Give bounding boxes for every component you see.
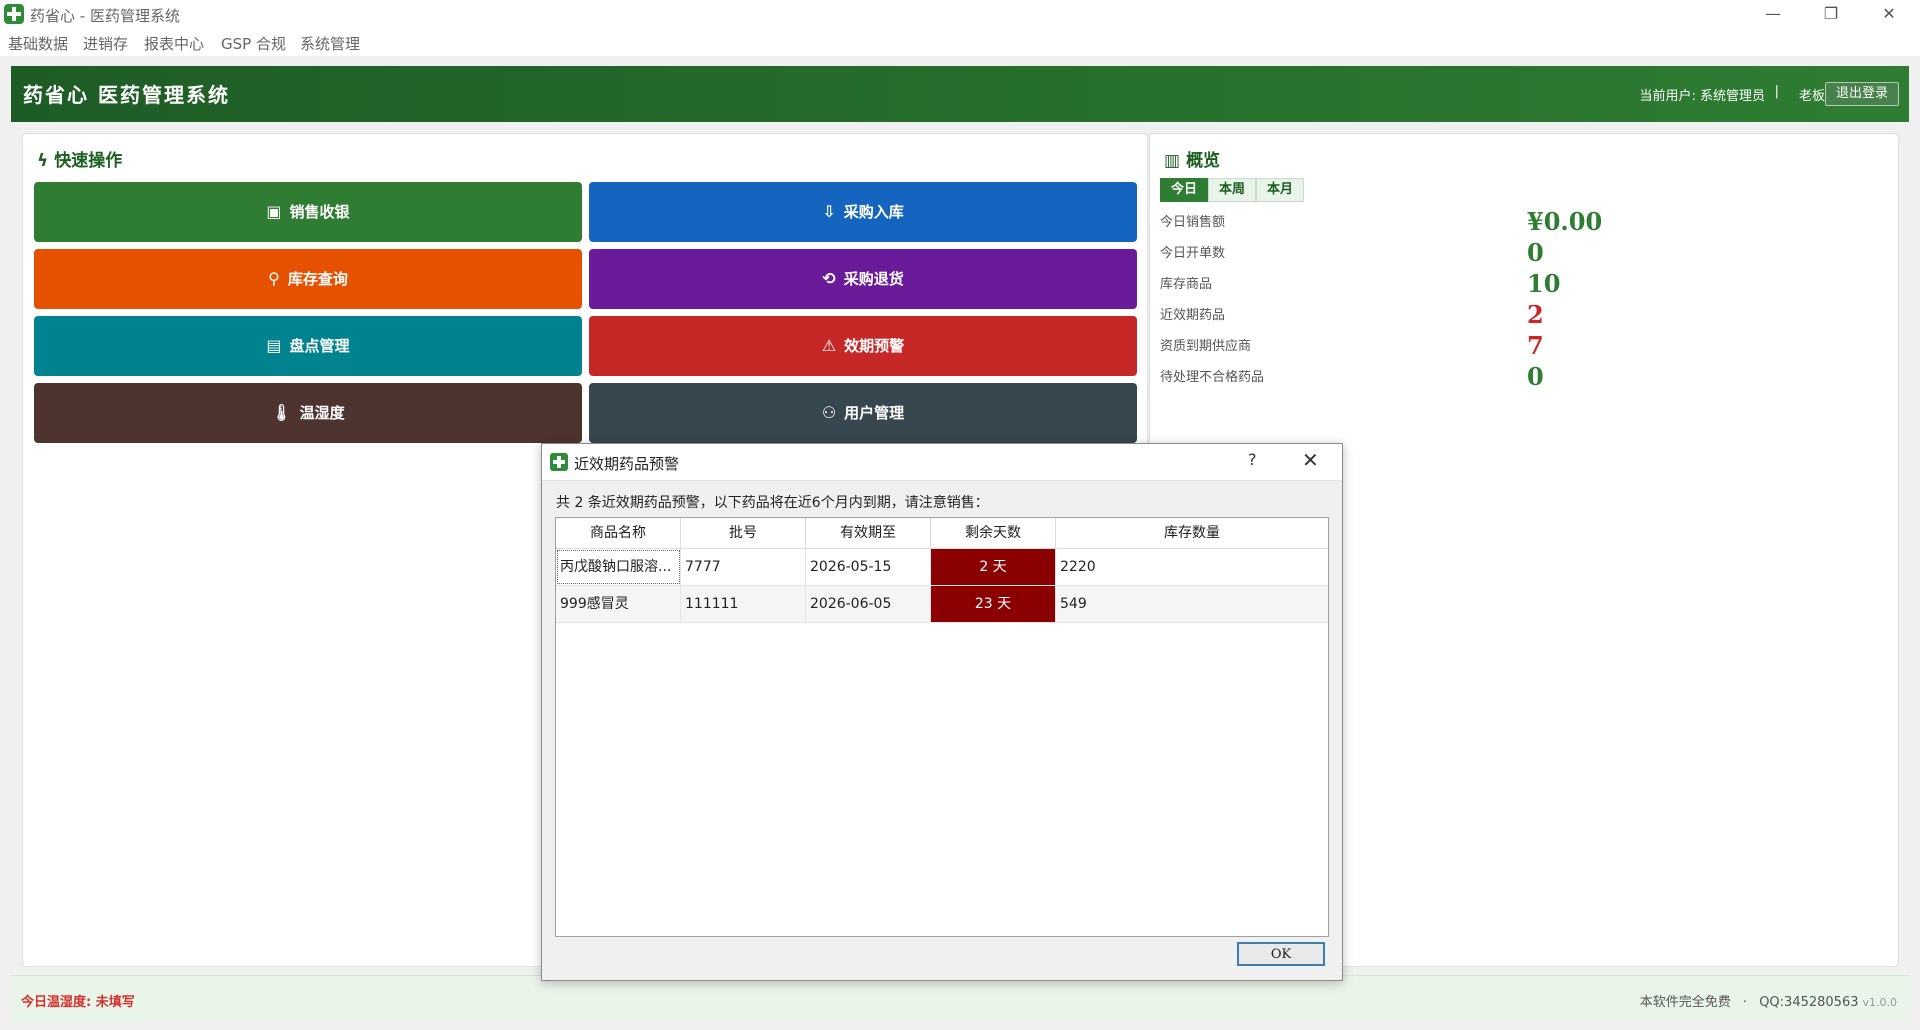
stat-label: 库存商品 (1160, 277, 1213, 292)
dialog-title-bar: 近效期药品预警 ? ✕ (542, 444, 1342, 481)
ok-button[interactable]: OK (1237, 942, 1325, 966)
menu-gsp[interactable]: GSP 合规 (221, 33, 286, 54)
column-header-expiry[interactable]: 有效期至 (806, 518, 931, 549)
menu-inventory[interactable]: 进销存 (83, 33, 128, 54)
qq-contact: QQ:345280563 (1759, 995, 1859, 1010)
tab-this-week[interactable]: 本周 (1208, 178, 1256, 202)
sales-checkout-button[interactable]: ▣ 销售收银 (34, 182, 582, 242)
app-header: 药省心 医药管理系统 当前用户: 系统管理员 | 老板 退出登录 (11, 66, 1909, 122)
stat-label: 待处理不合格药品 (1160, 370, 1265, 385)
table-row[interactable]: 999感冒灵 111111 2026-06-05 23 天 549 (556, 586, 1328, 623)
close-button[interactable]: ✕ (1860, 0, 1918, 30)
return-icon: ⟲ (822, 269, 836, 288)
current-user: 当前用户: 系统管理员 (1639, 89, 1765, 104)
version-label: v1.0.0 (1862, 996, 1898, 1009)
purchase-inbound-button[interactable]: ⇩ 采购入库 (589, 182, 1137, 242)
button-label: 用户管理 (844, 404, 905, 422)
overview-title: 概览 (1186, 151, 1221, 171)
logout-button[interactable]: 退出登录 (1825, 82, 1899, 106)
status-bar: 今日温湿度: 未填写 本软件完全免费 · QQ:345280563 v1.0.0 (11, 975, 1909, 1022)
help-button[interactable]: ? (1248, 450, 1257, 469)
dialog-close-button[interactable]: ✕ (1302, 448, 1319, 472)
humidity-status: 今日温湿度: 未填写 (21, 995, 135, 1010)
quick-actions-title: 快速操作 (54, 151, 123, 171)
header-separator: | (1774, 84, 1779, 99)
stat-expired-suppliers: 7 (1527, 331, 1544, 360)
receipt-icon: ▣ (266, 202, 282, 221)
inventory-query-button[interactable]: ⚲ 库存查询 (34, 249, 582, 309)
clipboard-icon: ▤ (266, 336, 282, 355)
cell-batch[interactable]: 7777 (681, 549, 806, 585)
menu-system[interactable]: 系统管理 (300, 33, 360, 54)
column-header-days-left[interactable]: 剩余天数 (931, 518, 1056, 549)
cell-name[interactable]: 丙戊酸钠口服溶... (556, 549, 681, 585)
overview-header: ▥ 概览 (1164, 146, 1220, 171)
temperature-humidity-button[interactable]: 🌡 温湿度 (34, 383, 582, 443)
user-management-button[interactable]: ⚇ 用户管理 (589, 383, 1137, 443)
menu-basic-data[interactable]: 基础数据 (8, 33, 68, 54)
stat-label: 近效期药品 (1160, 308, 1226, 323)
minimize-button[interactable]: — (1744, 0, 1802, 30)
inbox-icon: ⇩ (822, 202, 836, 221)
cell-name[interactable]: 999感冒灵 (556, 586, 681, 622)
footer-dot: · (1742, 995, 1748, 1010)
app-title: 药省心 医药管理系统 (23, 83, 230, 107)
cell-expiry[interactable]: 2026-05-15 (806, 549, 931, 585)
users-icon: ⚇ (821, 403, 837, 422)
stat-label: 今日销售额 (1160, 215, 1226, 230)
stat-near-expiry: 2 (1527, 300, 1544, 329)
column-header-name[interactable]: 商品名称 (556, 518, 681, 549)
stat-stock-items: 10 (1527, 269, 1561, 298)
dialog-title: 近效期药品预警 (574, 455, 680, 473)
cell-days-left[interactable]: 23 天 (931, 586, 1056, 622)
tab-today[interactable]: 今日 (1160, 178, 1208, 202)
stat-order-count: 0 (1527, 238, 1544, 267)
cell-days-left[interactable]: 2 天 (931, 549, 1056, 585)
stat-pending-unqualified: 0 (1527, 362, 1544, 391)
cell-batch[interactable]: 111111 (681, 586, 806, 622)
warning-icon: ⚠ (821, 336, 837, 355)
expiry-warning-button[interactable]: ⚠ 效期预警 (589, 316, 1137, 376)
user-role: 老板 (1798, 89, 1825, 104)
title-bar: 药省心 - 医药管理系统 — ❐ ✕ (0, 0, 1920, 30)
stocktake-button[interactable]: ▤ 盘点管理 (34, 316, 582, 376)
search-icon: ⚲ (268, 269, 280, 288)
restore-button[interactable]: ❐ (1802, 0, 1860, 30)
app-logo-icon (4, 4, 24, 24)
cell-quantity[interactable]: 549 (1056, 586, 1328, 622)
thermometer-icon: 🌡 (271, 403, 292, 422)
button-label: 采购入库 (843, 203, 904, 221)
stat-label: 今日开单数 (1160, 246, 1226, 261)
quick-actions-header: ϟ 快速操作 (37, 146, 122, 171)
column-header-batch[interactable]: 批号 (681, 518, 806, 549)
button-label: 效期预警 (844, 337, 905, 355)
button-label: 采购退货 (843, 270, 904, 288)
cell-expiry[interactable]: 2026-06-05 (806, 586, 931, 622)
menu-bar: 基础数据 进销存 报表中心 GSP 合规 系统管理 (0, 30, 1920, 56)
dialog-message: 共 2 条近效期药品预警，以下药品将在近6个月内到期，请注意销售： (556, 495, 989, 511)
table-row[interactable]: 丙戊酸钠口服溶... 7777 2026-05-15 2 天 2220 (556, 549, 1328, 586)
expiry-table: 商品名称 批号 有效期至 剩余天数 库存数量 丙戊酸钠口服溶... 7777 2… (555, 517, 1329, 937)
window-title: 药省心 - 医药管理系统 (30, 7, 180, 25)
cell-quantity[interactable]: 2220 (1056, 549, 1328, 585)
button-label: 盘点管理 (289, 337, 350, 355)
expiry-warning-dialog: 近效期药品预警 ? ✕ 共 2 条近效期药品预警，以下药品将在近6个月内到期，请… (541, 443, 1343, 981)
column-header-quantity[interactable]: 库存数量 (1056, 518, 1328, 549)
menu-reports[interactable]: 报表中心 (144, 33, 204, 54)
button-label: 销售收银 (289, 203, 350, 221)
free-notice: 本软件完全免费 (1639, 995, 1731, 1010)
button-label: 温湿度 (299, 404, 345, 422)
purchase-return-button[interactable]: ⟲ 采购退货 (589, 249, 1137, 309)
bolt-icon: ϟ (37, 151, 49, 171)
stat-label: 资质到期供应商 (1160, 339, 1252, 354)
stat-sales-amount: ¥0.00 (1527, 207, 1603, 236)
chart-icon: ▥ (1164, 151, 1181, 171)
tab-this-month[interactable]: 本月 (1256, 178, 1304, 202)
dialog-logo-icon (550, 453, 568, 471)
button-label: 库存查询 (287, 270, 348, 288)
footer-info: 本软件完全免费 · QQ:345280563 v1.0.0 (1640, 991, 1897, 1010)
